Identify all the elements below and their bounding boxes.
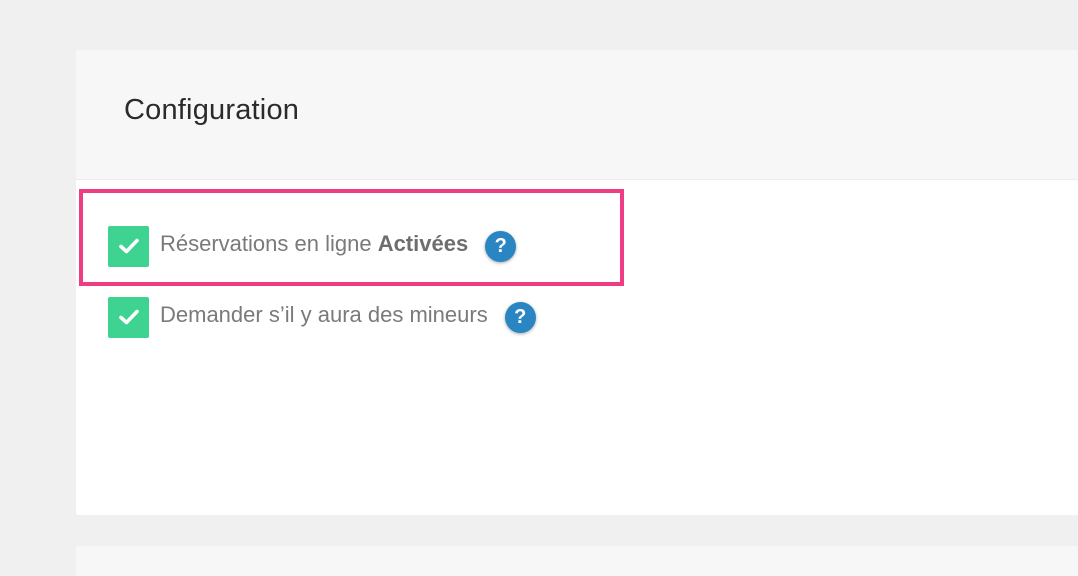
- ask-minors-checkbox[interactable]: [108, 296, 149, 338]
- option-ask-minors[interactable]: Demander s’il y aura des mineurs ?: [108, 296, 536, 338]
- next-card: [76, 546, 1078, 576]
- online-reservations-checkbox[interactable]: [108, 225, 149, 267]
- online-reservations-label: Réservations en ligne Activées: [160, 231, 468, 257]
- checkmark-icon: [118, 309, 139, 325]
- card-header: Configuration: [76, 50, 1078, 180]
- page-title: Configuration: [124, 94, 300, 126]
- ask-minors-help-button[interactable]: ?: [504, 301, 536, 333]
- checkmark-icon: [118, 238, 139, 254]
- ask-minors-label: Demander s’il y aura des mineurs: [160, 302, 488, 327]
- configuration-card: Configuration Réservations en ligne Acti…: [76, 50, 1078, 515]
- online-reservations-label-text: Réservations en ligne: [160, 231, 378, 256]
- online-reservations-status: Activées: [377, 231, 469, 256]
- online-reservations-help-button[interactable]: ?: [485, 230, 517, 262]
- option-online-reservations[interactable]: Réservations en ligne Activées ?: [108, 225, 517, 267]
